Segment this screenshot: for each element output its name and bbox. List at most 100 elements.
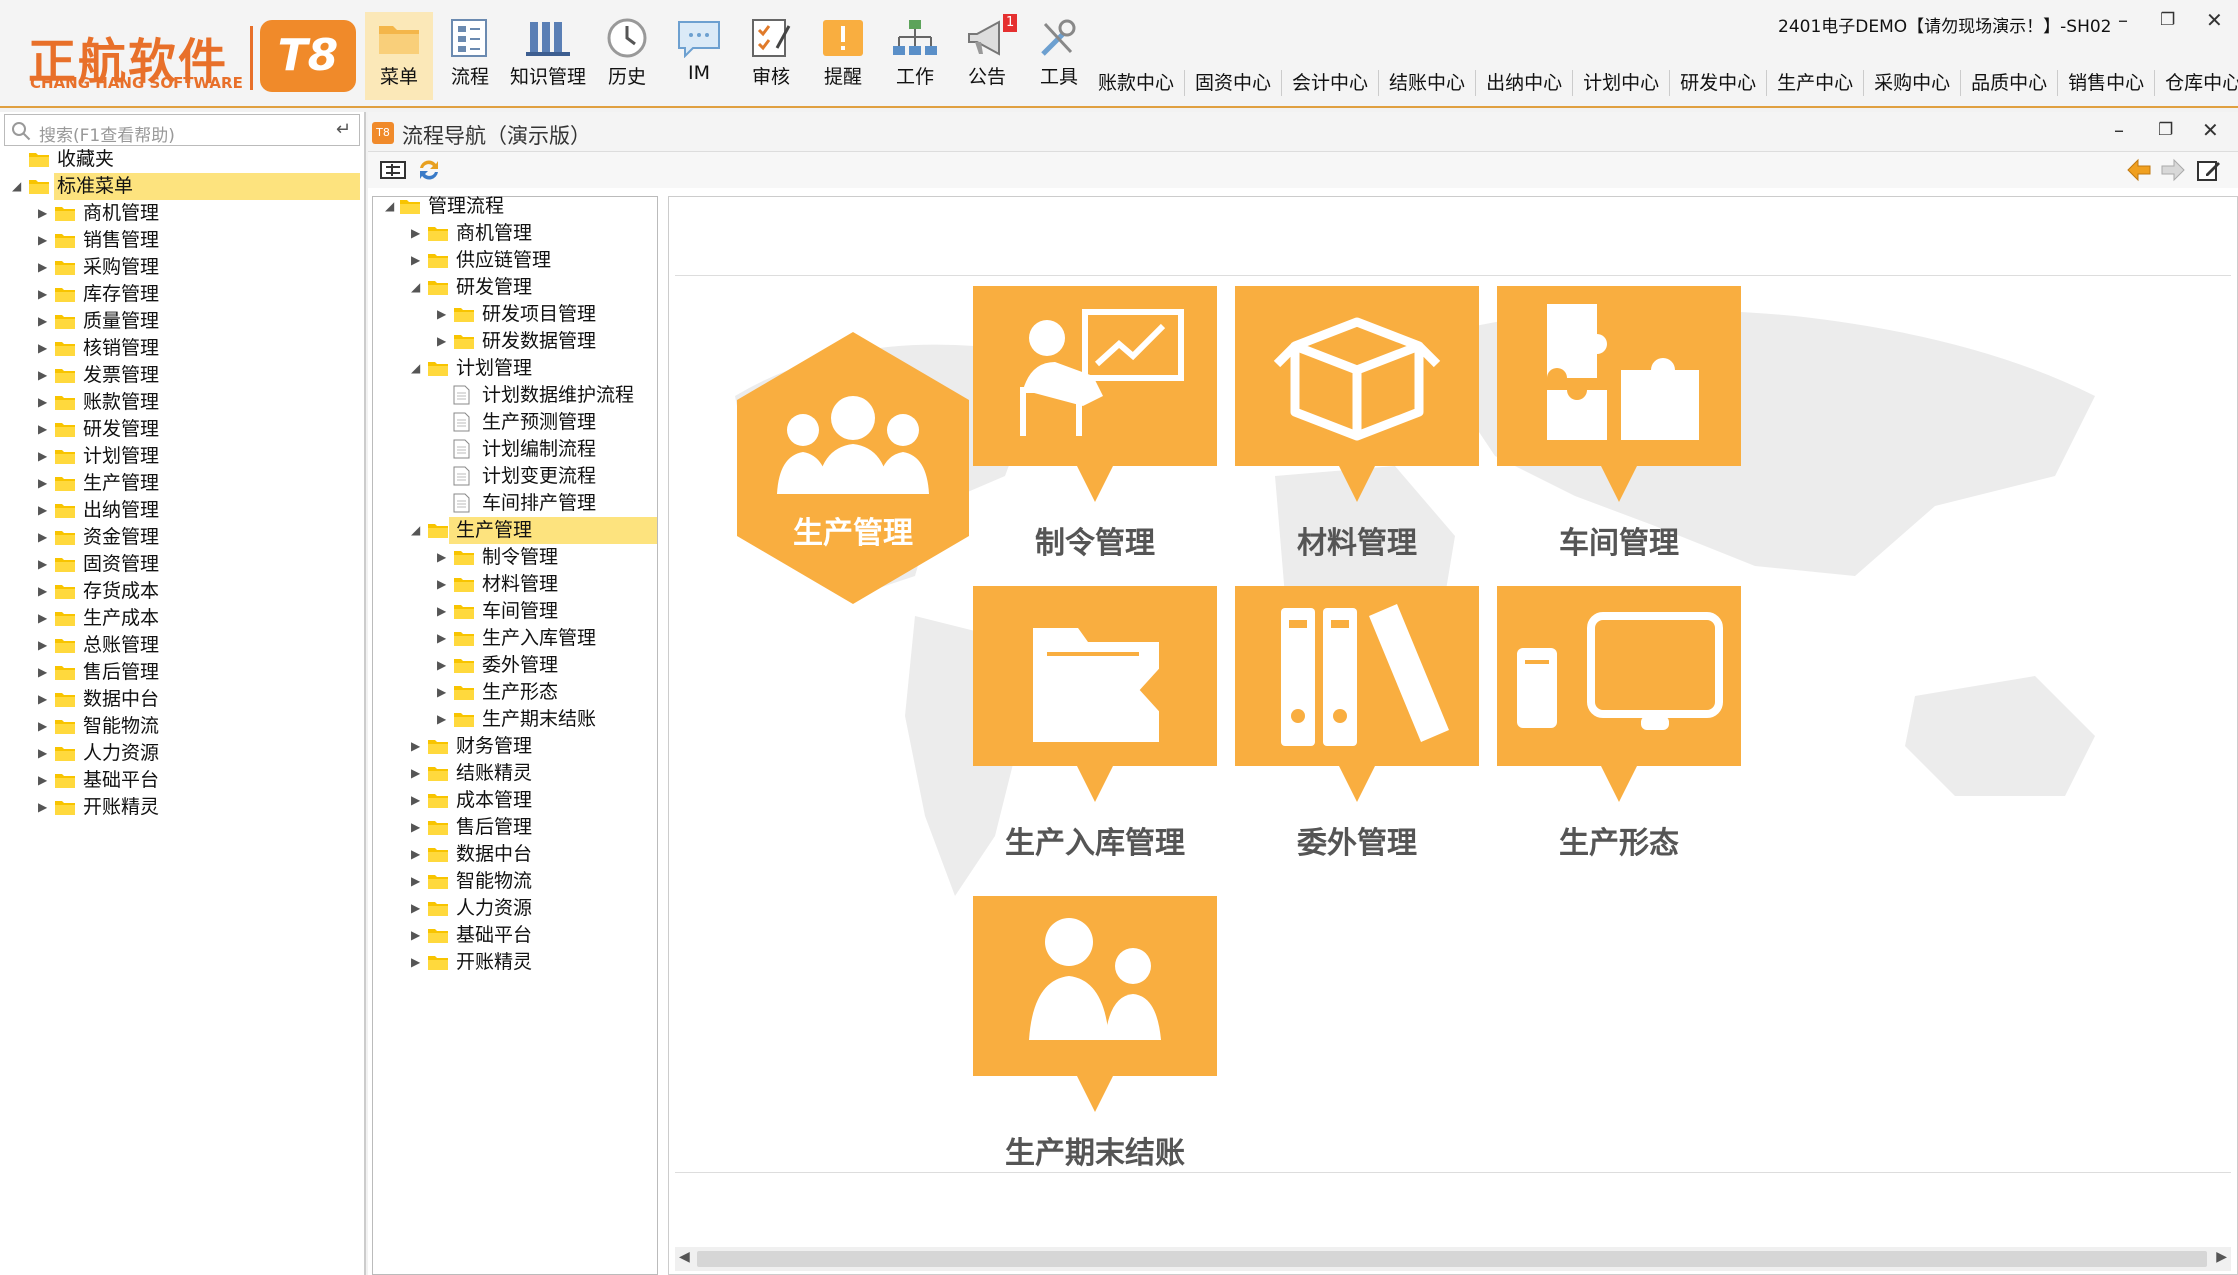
collapsed-arrow-icon[interactable]: ▶ — [411, 814, 423, 834]
nav-node[interactable]: ▶ 委外管理 — [373, 652, 657, 679]
back-arrow-icon[interactable] — [2126, 158, 2152, 182]
nav-node[interactable]: ▶ 生产形态 — [373, 679, 657, 706]
center-item[interactable]: 采购中心 — [1864, 70, 1962, 96]
collapsed-arrow-icon[interactable]: ▶ — [38, 686, 50, 706]
collapsed-arrow-icon[interactable]: ▶ — [437, 652, 449, 672]
toolbar-im-button[interactable]: IM — [665, 12, 733, 100]
collapsed-arrow-icon[interactable]: ▶ — [38, 767, 50, 787]
nav-node[interactable]: ▶ 制令管理 — [373, 544, 657, 571]
expanded-arrow-icon[interactable]: ◢ — [411, 274, 423, 294]
nav-node[interactable]: 计划数据维护流程 — [373, 382, 657, 409]
nav-node[interactable]: ▶ 生产入库管理 — [373, 625, 657, 652]
nav-node[interactable]: ▶ 数据中台 — [373, 841, 657, 868]
collapsed-arrow-icon[interactable]: ▶ — [38, 632, 50, 652]
close-button[interactable]: ✕ — [2206, 8, 2223, 32]
tree-favorites[interactable]: 收藏夹 — [0, 146, 364, 173]
collapsed-arrow-icon[interactable]: ▶ — [38, 524, 50, 544]
center-item[interactable]: 研发中心 — [1670, 70, 1768, 96]
center-node-production[interactable]: 生产管理 — [737, 332, 969, 604]
collapsed-arrow-icon[interactable]: ▶ — [411, 733, 423, 753]
search-enter-icon[interactable]: ↵ — [336, 119, 351, 140]
collapsed-arrow-icon[interactable]: ▶ — [437, 328, 449, 348]
collapsed-arrow-icon[interactable]: ▶ — [437, 679, 449, 699]
collapsed-arrow-icon[interactable]: ▶ — [411, 841, 423, 861]
collapsed-arrow-icon[interactable]: ▶ — [437, 598, 449, 618]
center-item[interactable]: 会计中心 — [1282, 70, 1380, 96]
minimize-button[interactable]: – — [2118, 8, 2128, 32]
restore-button[interactable]: ❐ — [2160, 10, 2175, 30]
nav-node[interactable]: ▶ 研发项目管理 — [373, 301, 657, 328]
center-item[interactable]: 固资中心 — [1185, 70, 1283, 96]
collapsed-arrow-icon[interactable]: ▶ — [411, 868, 423, 888]
edit-icon[interactable] — [2196, 158, 2222, 182]
center-item[interactable]: 仓库中心 — [2155, 70, 2238, 96]
tree-item[interactable]: ▶ 销售管理 — [0, 227, 364, 254]
nav-node[interactable]: 生产预测管理 — [373, 409, 657, 436]
tree-item[interactable]: ▶ 数据中台 — [0, 686, 364, 713]
tree-item[interactable]: ▶ 智能物流 — [0, 713, 364, 740]
horizontal-scrollbar[interactable]: ◀ ▶ — [675, 1247, 2231, 1271]
expanded-arrow-icon[interactable]: ◢ — [411, 517, 423, 537]
collapsed-arrow-icon[interactable]: ▶ — [38, 308, 50, 328]
nav-node[interactable]: ▶ 生产期末结账 — [373, 706, 657, 733]
collapsed-arrow-icon[interactable]: ▶ — [437, 706, 449, 726]
collapsed-arrow-icon[interactable]: ▶ — [411, 787, 423, 807]
collapsed-arrow-icon[interactable]: ▶ — [38, 416, 50, 436]
center-item[interactable]: 销售中心 — [2058, 70, 2156, 96]
forward-arrow-icon[interactable] — [2160, 158, 2186, 182]
collapsed-arrow-icon[interactable]: ▶ — [38, 605, 50, 625]
nav-node[interactable]: ◢ 计划管理 — [373, 355, 657, 382]
toolbar-notice-button[interactable]: 1 公告 — [953, 12, 1021, 100]
collapsed-arrow-icon[interactable]: ▶ — [437, 301, 449, 321]
collapsed-arrow-icon[interactable]: ▶ — [411, 247, 423, 267]
tree-item[interactable]: ▶ 核销管理 — [0, 335, 364, 362]
tree-item[interactable]: ▶ 生产管理 — [0, 470, 364, 497]
collapsed-arrow-icon[interactable]: ▶ — [38, 551, 50, 571]
collapsed-arrow-icon[interactable]: ▶ — [411, 895, 423, 915]
tree-item[interactable]: ▶ 生产成本 — [0, 605, 364, 632]
nav-node[interactable]: ▶ 材料管理 — [373, 571, 657, 598]
collapsed-arrow-icon[interactable]: ▶ — [38, 227, 50, 247]
tree-item[interactable]: ▶ 基础平台 — [0, 767, 364, 794]
tree-item[interactable]: ▶ 固资管理 — [0, 551, 364, 578]
toolbar-flow-button[interactable]: 流程 — [436, 12, 504, 100]
scroll-right-arrow-icon[interactable]: ▶ — [2216, 1249, 2227, 1265]
nav-node[interactable]: ▶ 售后管理 — [373, 814, 657, 841]
table-view-icon[interactable] — [380, 160, 406, 180]
collapsed-arrow-icon[interactable]: ▶ — [38, 497, 50, 517]
scroll-left-arrow-icon[interactable]: ◀ — [679, 1249, 690, 1265]
collapsed-arrow-icon[interactable]: ▶ — [38, 443, 50, 463]
tree-item[interactable]: ▶ 计划管理 — [0, 443, 364, 470]
collapsed-arrow-icon[interactable]: ▶ — [38, 659, 50, 679]
center-item[interactable]: 结账中心 — [1379, 70, 1477, 96]
collapsed-arrow-icon[interactable]: ▶ — [38, 335, 50, 355]
nav-node[interactable]: ◢ 研发管理 — [373, 274, 657, 301]
collapsed-arrow-icon[interactable]: ▶ — [437, 571, 449, 591]
center-item[interactable]: 出纳中心 — [1476, 70, 1574, 96]
nav-node[interactable]: ▶ 智能物流 — [373, 868, 657, 895]
nav-node[interactable]: ▶ 人力资源 — [373, 895, 657, 922]
nav-node[interactable]: 计划编制流程 — [373, 436, 657, 463]
toolbar-remind-button[interactable]: 提醒 — [809, 12, 877, 100]
expanded-arrow-icon[interactable]: ◢ — [385, 193, 397, 213]
tree-item[interactable]: ▶ 库存管理 — [0, 281, 364, 308]
tree-item[interactable]: ▶ 存货成本 — [0, 578, 364, 605]
center-item[interactable]: 账款中心 — [1098, 70, 1186, 96]
collapsed-arrow-icon[interactable]: ▶ — [38, 254, 50, 274]
nav-node[interactable]: ▶ 财务管理 — [373, 733, 657, 760]
tree-item[interactable]: ▶ 商机管理 — [0, 200, 364, 227]
nav-node[interactable]: ▶ 基础平台 — [373, 922, 657, 949]
toolbar-history-button[interactable]: 历史 — [593, 12, 661, 100]
center-item[interactable]: 计划中心 — [1573, 70, 1671, 96]
collapsed-arrow-icon[interactable]: ▶ — [437, 625, 449, 645]
collapsed-arrow-icon[interactable]: ▶ — [38, 470, 50, 490]
nav-node[interactable]: 车间排产管理 — [373, 490, 657, 517]
nav-node[interactable]: ▶ 车间管理 — [373, 598, 657, 625]
toolbar-tools-button[interactable]: 工具 — [1025, 12, 1093, 100]
nav-node[interactable]: ▶ 商机管理 — [373, 220, 657, 247]
center-item[interactable]: 品质中心 — [1961, 70, 2059, 96]
tree-item[interactable]: ▶ 质量管理 — [0, 308, 364, 335]
tree-item[interactable]: ▶ 人力资源 — [0, 740, 364, 767]
center-item[interactable]: 生产中心 — [1767, 70, 1865, 96]
tree-item[interactable]: ▶ 研发管理 — [0, 416, 364, 443]
